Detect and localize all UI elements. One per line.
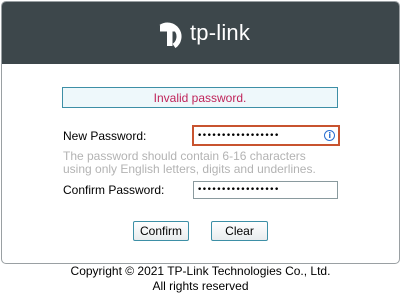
error-message-box: Invalid password.	[62, 87, 338, 108]
password-hint: The password should contain 6-16 charact…	[63, 149, 316, 176]
new-password-input[interactable]: ••••••••••••••••• i	[192, 125, 340, 146]
rights-text: All rights reserved	[152, 279, 249, 293]
confirm-password-input[interactable]: •••••••••••••••••	[193, 181, 338, 199]
brand-logo: tp-link	[157, 18, 250, 48]
tp-link-logo-icon	[159, 22, 182, 48]
confirm-button[interactable]: Confirm	[133, 221, 189, 241]
brand-name: tp-link	[189, 20, 251, 45]
clear-button[interactable]: Clear	[211, 221, 268, 241]
info-icon[interactable]: i	[324, 130, 335, 141]
confirm-password-label: Confirm Password:	[63, 183, 165, 197]
copyright-text: Copyright © 2021 TP-Link Technologies Co…	[70, 264, 331, 278]
new-password-value: •••••••••••••••••	[197, 130, 279, 141]
footer: Copyright © 2021 TP-Link Technologies Co…	[0, 264, 401, 294]
error-message: Invalid password.	[153, 90, 247, 105]
confirm-password-value: •••••••••••••••••	[197, 185, 279, 195]
new-password-label: New Password:	[63, 129, 147, 143]
header-bar: tp-link	[2, 2, 399, 64]
